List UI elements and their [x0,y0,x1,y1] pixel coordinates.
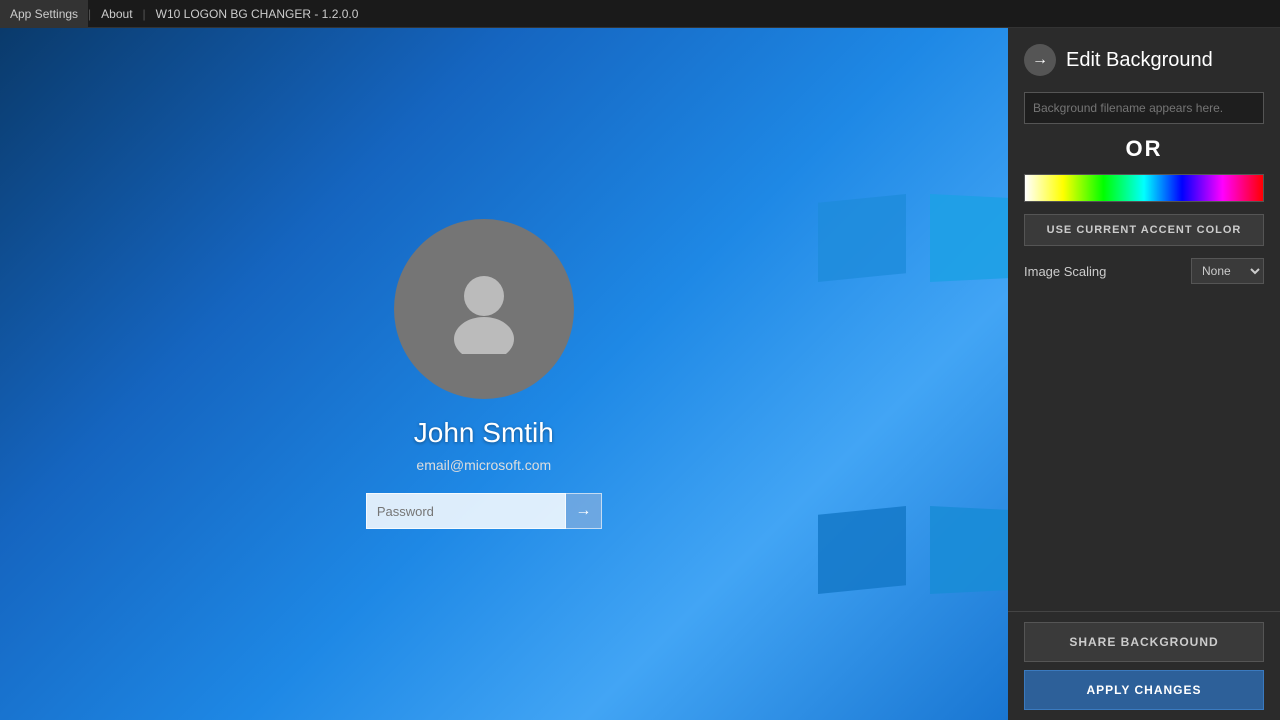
user-email-display: email@microsoft.com [416,457,551,473]
password-submit-button[interactable]: → [566,493,602,529]
password-input[interactable] [366,493,566,529]
about-menu[interactable]: About [91,0,142,27]
panel-title-text: Edit Background [1066,49,1213,72]
bg-filename-input[interactable] [1024,92,1264,124]
image-scaling-row: Image Scaling None Fill Fit Stretch Tile… [1024,258,1264,284]
login-content: John Smtih email@microsoft.com → [366,219,602,529]
or-divider: OR [1024,136,1264,162]
app-settings-menu[interactable]: App Settings [0,0,88,27]
panel-body: → Edit Background OR USE CURRENT ACCENT … [1008,28,1280,611]
user-name-display: John Smtih [414,417,554,449]
apply-changes-button[interactable]: APPLY CHANGES [1024,670,1264,710]
share-background-button[interactable]: SHARE BACKGROUND [1024,622,1264,662]
windows-logo-decoration [818,194,1008,594]
app-title: W10 LOGON BG CHANGER - 1.2.0.0 [146,7,369,21]
right-panel: 🔒 Lock Windows ✏ Edit Background → Edit … [1008,0,1280,720]
panel-title-icon: → [1024,44,1056,76]
image-scaling-select[interactable]: None Fill Fit Stretch Tile Center [1191,258,1264,284]
logo-bottom-left [818,506,906,594]
avatar [394,219,574,399]
password-row: → [366,493,602,529]
use-accent-color-button[interactable]: USE CURRENT ACCENT COLOR [1024,214,1264,246]
image-scaling-label: Image Scaling [1024,264,1106,279]
logo-top-right [930,194,1008,282]
titlebar: App Settings | About | W10 LOGON BG CHAN… [0,0,1280,28]
panel-title-row: → Edit Background [1024,44,1264,76]
logo-bottom-right [930,506,1008,594]
login-preview-area: John Smtih email@microsoft.com → [0,28,1008,720]
logo-top-left [818,194,906,282]
app-settings-label: App Settings [10,7,78,21]
panel-footer: SHARE BACKGROUND APPLY CHANGES [1008,611,1280,720]
about-label: About [101,7,132,21]
color-picker-bar[interactable] [1024,174,1264,202]
user-icon [439,264,529,354]
